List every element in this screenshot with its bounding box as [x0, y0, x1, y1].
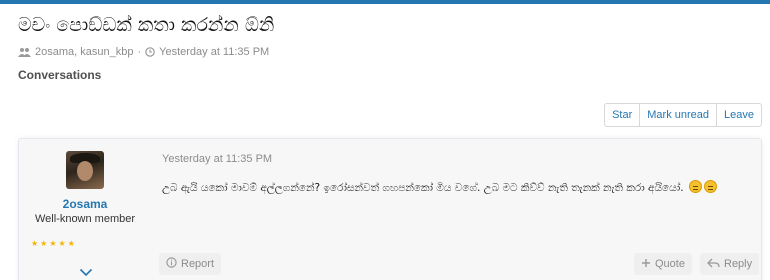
star-icon: ★	[58, 239, 66, 248]
report-label: Report	[181, 258, 215, 270]
report-button[interactable]: Report	[159, 253, 222, 275]
star-icon: ★	[40, 239, 48, 248]
star-icon: ★	[67, 239, 75, 248]
info-circle-icon	[166, 257, 177, 271]
page-title: මචං පොඞ්ඩක් කතා කරන්න ඕනි	[18, 14, 275, 36]
star-icon: ★	[31, 239, 39, 248]
user-rating: ★ ★ ★ ★ ★	[31, 239, 75, 248]
users-icon	[18, 47, 31, 57]
mark-unread-button[interactable]: Mark unread	[640, 104, 718, 126]
message-date[interactable]: Yesterday at 11:35 PM	[162, 153, 272, 165]
message-post: 2osama Well-known member ★ ★ ★ ★ ★ Yesterday…	[18, 138, 762, 280]
top-accent-bar	[0, 0, 770, 4]
user-title: Well-known member	[34, 213, 136, 225]
star-icon: ★	[49, 239, 57, 248]
quote-button[interactable]: Quote	[634, 253, 692, 275]
star-button[interactable]: Star	[605, 104, 641, 126]
participants-list[interactable]: 2osama, kasun_kbp	[35, 46, 133, 58]
message-body: උබ ඇයි යකෝ මාවම් අල්ලගන්නේ? ඉරෝසන්වත් ගහ…	[162, 179, 752, 197]
emoji-group	[687, 180, 717, 194]
meta-separator: ·	[137, 46, 142, 58]
conversation-actions: Star Mark unread Leave	[604, 103, 762, 127]
thread-meta: 2osama, kasun_kbp · Yesterday at 11:35 P…	[18, 46, 269, 58]
chevron-down-icon[interactable]	[79, 262, 93, 280]
message-user: 2osama Well-known member ★ ★ ★ ★ ★	[19, 139, 151, 280]
leave-button[interactable]: Leave	[717, 104, 761, 126]
message-author[interactable]: 2osama	[63, 197, 108, 211]
thread-date[interactable]: Yesterday at 11:35 PM	[159, 46, 269, 58]
reply-arrow-icon	[707, 258, 720, 271]
plus-icon	[641, 258, 651, 271]
emoji-icon	[703, 180, 717, 193]
quote-label: Quote	[655, 258, 685, 270]
emoji-icon	[688, 180, 702, 193]
avatar[interactable]	[66, 151, 104, 189]
reply-button[interactable]: Reply	[700, 253, 760, 275]
message-text: උබ ඇයි යකෝ මාවම් අල්ලගන්නේ? ඉරෝසන්වත් ගහ…	[162, 182, 684, 194]
clock-icon	[145, 47, 155, 57]
reply-label: Reply	[724, 258, 753, 270]
breadcrumb[interactable]: Conversations	[18, 68, 101, 82]
